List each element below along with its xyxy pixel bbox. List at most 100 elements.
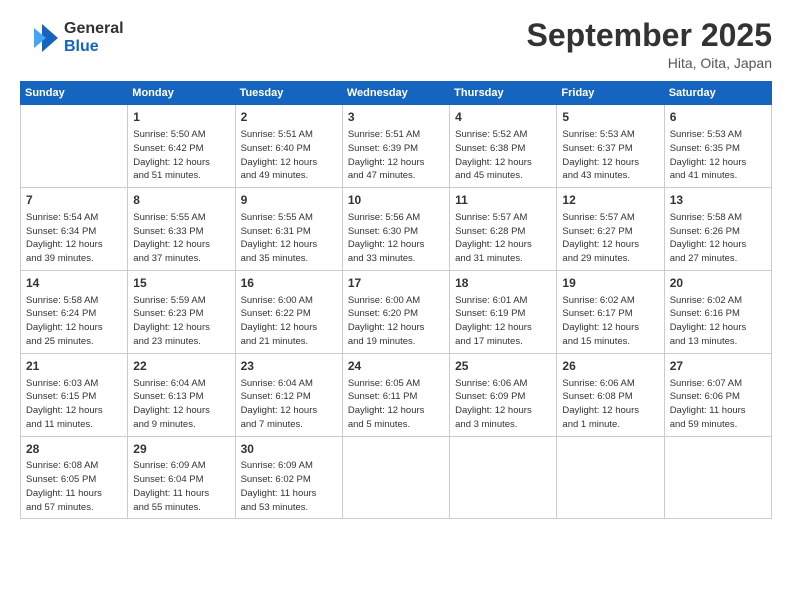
calendar-cell: 19Sunrise: 6:02 AMSunset: 6:17 PMDayligh…	[557, 270, 664, 353]
day-info: Sunrise: 6:02 AMSunset: 6:16 PMDaylight:…	[670, 294, 766, 349]
day-number: 29	[133, 441, 229, 458]
day-info: Sunrise: 5:57 AMSunset: 6:27 PMDaylight:…	[562, 211, 658, 266]
day-info: Sunrise: 5:54 AMSunset: 6:34 PMDaylight:…	[26, 211, 122, 266]
day-info: Sunrise: 6:06 AMSunset: 6:09 PMDaylight:…	[455, 377, 551, 432]
calendar-cell: 21 Sunrise: 6:03 AMSunset: 6:15 PMDayligh…	[21, 353, 128, 436]
day-info: Sunrise: 6:09 AMSunset: 6:04 PMDaylight:…	[133, 459, 229, 514]
day-info: Sunrise: 6:03 AMSunset: 6:15 PMDaylight:…	[26, 377, 122, 432]
day-number: 26	[562, 358, 658, 375]
day-number: 4	[455, 109, 551, 126]
day-number: 22	[133, 358, 229, 375]
day-number: 28	[26, 441, 122, 458]
day-info: Sunrise: 5:53 AMSunset: 6:37 PMDaylight:…	[562, 128, 658, 183]
page-header: General Blue September 2025 Hita, Oita, …	[20, 18, 772, 71]
calendar-cell: 5Sunrise: 5:53 AMSunset: 6:37 PMDaylight…	[557, 105, 664, 188]
day-info: Sunrise: 6:00 AMSunset: 6:22 PMDaylight:…	[241, 294, 337, 349]
title-block: September 2025 Hita, Oita, Japan	[527, 18, 772, 71]
day-info: Sunrise: 6:08 AMSunset: 6:05 PMDaylight:…	[26, 459, 122, 514]
day-info: Sunrise: 5:52 AMSunset: 6:38 PMDaylight:…	[455, 128, 551, 183]
day-info: Sunrise: 6:04 AMSunset: 6:13 PMDaylight:…	[133, 377, 229, 432]
calendar-cell	[342, 436, 449, 519]
day-number: 12	[562, 192, 658, 209]
day-number: 25	[455, 358, 551, 375]
calendar-cell: 8Sunrise: 5:55 AMSunset: 6:33 PMDaylight…	[128, 188, 235, 271]
day-info: Sunrise: 5:58 AMSunset: 6:24 PMDaylight:…	[26, 294, 122, 349]
day-number: 13	[670, 192, 766, 209]
day-info: Sunrise: 6:07 AMSunset: 6:06 PMDaylight:…	[670, 377, 766, 432]
month-title: September 2025	[527, 18, 772, 53]
day-number: 7	[26, 192, 122, 209]
day-number: 17	[348, 275, 444, 292]
day-info: Sunrise: 6:05 AMSunset: 6:11 PMDaylight:…	[348, 377, 444, 432]
week-row-3: 14 Sunrise: 5:58 AMSunset: 6:24 PMDayligh…	[21, 270, 772, 353]
day-info: Sunrise: 6:06 AMSunset: 6:08 PMDaylight:…	[562, 377, 658, 432]
day-info: Sunrise: 5:58 AMSunset: 6:26 PMDaylight:…	[670, 211, 766, 266]
day-info: Sunrise: 5:57 AMSunset: 6:28 PMDaylight:…	[455, 211, 551, 266]
calendar-cell: 27 Sunrise: 6:07 AMSunset: 6:06 PMDayligh…	[664, 353, 771, 436]
calendar-cell: 20 Sunrise: 6:02 AMSunset: 6:16 PMDayligh…	[664, 270, 771, 353]
week-row-4: 21 Sunrise: 6:03 AMSunset: 6:15 PMDayligh…	[21, 353, 772, 436]
calendar-cell: 6 Sunrise: 5:53 AMSunset: 6:35 PMDaylight…	[664, 105, 771, 188]
logo-icon	[20, 18, 60, 58]
calendar-cell: 7 Sunrise: 5:54 AMSunset: 6:34 PMDaylight…	[21, 188, 128, 271]
day-number: 19	[562, 275, 658, 292]
calendar-cell: 23 Sunrise: 6:04 AMSunset: 6:12 PMDayligh…	[235, 353, 342, 436]
week-row-5: 28Sunrise: 6:08 AMSunset: 6:05 PMDayligh…	[21, 436, 772, 519]
logo-blue-text: Blue	[64, 38, 124, 56]
day-info: Sunrise: 6:00 AMSunset: 6:20 PMDaylight:…	[348, 294, 444, 349]
calendar-cell: 9 Sunrise: 5:55 AMSunset: 6:31 PMDaylight…	[235, 188, 342, 271]
day-number: 24	[348, 358, 444, 375]
day-info: Sunrise: 5:51 AMSunset: 6:40 PMDaylight:…	[241, 128, 337, 183]
calendar-cell: 29Sunrise: 6:09 AMSunset: 6:04 PMDayligh…	[128, 436, 235, 519]
day-number: 15	[133, 275, 229, 292]
col-friday: Friday	[557, 82, 664, 105]
day-number: 27	[670, 358, 766, 375]
day-number: 1	[133, 109, 229, 126]
day-number: 11	[455, 192, 551, 209]
logo-text: General Blue	[64, 20, 124, 55]
calendar-cell: 1Sunrise: 5:50 AMSunset: 6:42 PMDaylight…	[128, 105, 235, 188]
day-number: 3	[348, 109, 444, 126]
day-info: Sunrise: 5:56 AMSunset: 6:30 PMDaylight:…	[348, 211, 444, 266]
day-info: Sunrise: 5:53 AMSunset: 6:35 PMDaylight:…	[670, 128, 766, 183]
day-info: Sunrise: 6:04 AMSunset: 6:12 PMDaylight:…	[241, 377, 337, 432]
day-number: 20	[670, 275, 766, 292]
day-number: 8	[133, 192, 229, 209]
calendar-cell: 13 Sunrise: 5:58 AMSunset: 6:26 PMDayligh…	[664, 188, 771, 271]
day-info: Sunrise: 6:09 AMSunset: 6:02 PMDaylight:…	[241, 459, 337, 514]
day-number: 6	[670, 109, 766, 126]
day-number: 2	[241, 109, 337, 126]
day-number: 21	[26, 358, 122, 375]
calendar-cell: 14 Sunrise: 5:58 AMSunset: 6:24 PMDayligh…	[21, 270, 128, 353]
calendar-header-row: Sunday Monday Tuesday Wednesday Thursday…	[21, 82, 772, 105]
col-sunday: Sunday	[21, 82, 128, 105]
calendar-cell: 18Sunrise: 6:01 AMSunset: 6:19 PMDayligh…	[450, 270, 557, 353]
logo-general-text: General	[64, 20, 124, 38]
day-number: 23	[241, 358, 337, 375]
day-info: Sunrise: 5:59 AMSunset: 6:23 PMDaylight:…	[133, 294, 229, 349]
calendar-cell: 17 Sunrise: 6:00 AMSunset: 6:20 PMDayligh…	[342, 270, 449, 353]
day-info: Sunrise: 5:55 AMSunset: 6:31 PMDaylight:…	[241, 211, 337, 266]
week-row-2: 7 Sunrise: 5:54 AMSunset: 6:34 PMDaylight…	[21, 188, 772, 271]
calendar-cell: 28Sunrise: 6:08 AMSunset: 6:05 PMDayligh…	[21, 436, 128, 519]
calendar-cell	[664, 436, 771, 519]
logo: General Blue	[20, 18, 124, 58]
calendar-cell: 3Sunrise: 5:51 AMSunset: 6:39 PMDaylight…	[342, 105, 449, 188]
day-number: 14	[26, 275, 122, 292]
calendar-cell: 25 Sunrise: 6:06 AMSunset: 6:09 PMDayligh…	[450, 353, 557, 436]
day-info: Sunrise: 6:01 AMSunset: 6:19 PMDaylight:…	[455, 294, 551, 349]
calendar-cell: 22 Sunrise: 6:04 AMSunset: 6:13 PMDayligh…	[128, 353, 235, 436]
col-thursday: Thursday	[450, 82, 557, 105]
day-number: 10	[348, 192, 444, 209]
day-number: 16	[241, 275, 337, 292]
calendar-cell: 2 Sunrise: 5:51 AMSunset: 6:40 PMDaylight…	[235, 105, 342, 188]
calendar-cell: 30Sunrise: 6:09 AMSunset: 6:02 PMDayligh…	[235, 436, 342, 519]
day-number: 9	[241, 192, 337, 209]
calendar-table: Sunday Monday Tuesday Wednesday Thursday…	[20, 81, 772, 519]
calendar-cell: 4 Sunrise: 5:52 AMSunset: 6:38 PMDaylight…	[450, 105, 557, 188]
day-number: 30	[241, 441, 337, 458]
calendar-cell: 11 Sunrise: 5:57 AMSunset: 6:28 PMDayligh…	[450, 188, 557, 271]
calendar-cell: 26 Sunrise: 6:06 AMSunset: 6:08 PMDayligh…	[557, 353, 664, 436]
calendar-cell	[557, 436, 664, 519]
location-text: Hita, Oita, Japan	[527, 55, 772, 71]
